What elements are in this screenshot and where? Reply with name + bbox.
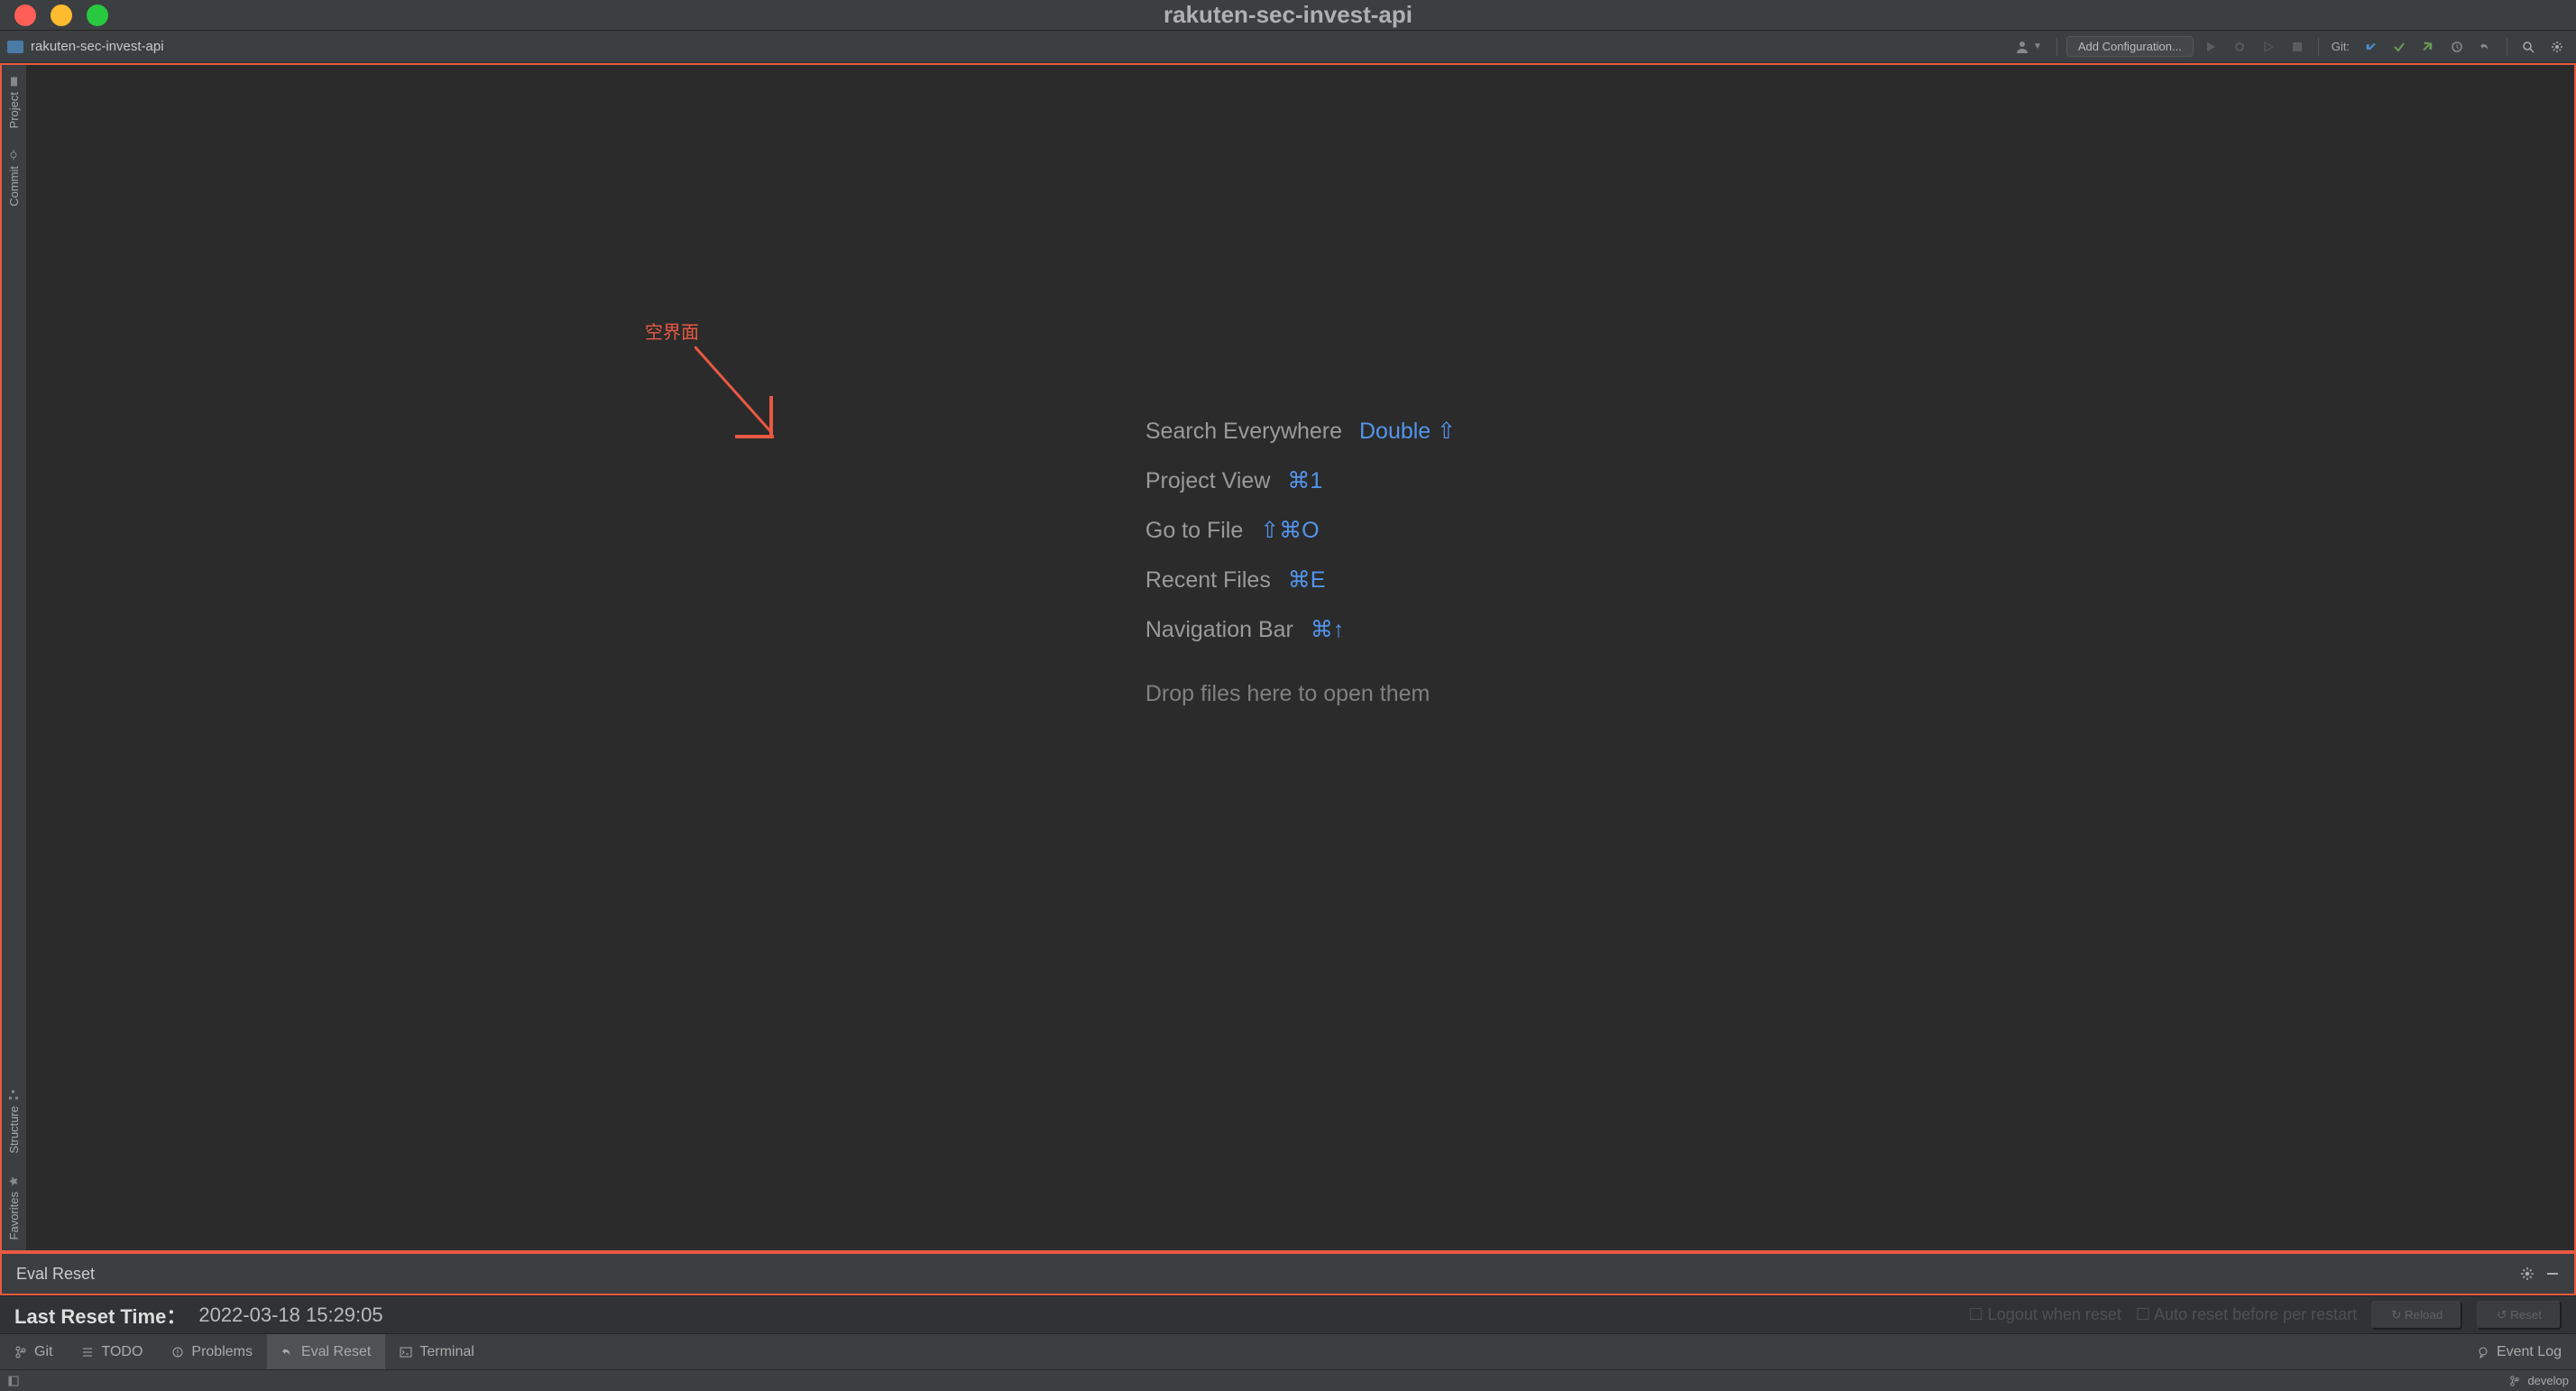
rollback-icon[interactable] [2474, 35, 2498, 59]
structure-tool-button[interactable]: Structure [2, 1079, 26, 1165]
left-tool-rail: Project Commit Structure Favorites [2, 65, 27, 1250]
git-push-icon[interactable] [2416, 35, 2440, 59]
chat-icon [2477, 1346, 2489, 1359]
favorites-tool-button[interactable]: Favorites [2, 1165, 26, 1250]
history-icon[interactable] [2445, 35, 2469, 59]
annotation-arrow [695, 346, 794, 455]
titlebar: rakuten-sec-invest-api [0, 0, 2576, 31]
editor-area[interactable]: 空界面 Search Everywhere Double ⇧ Project V… [27, 65, 2574, 1250]
status-bar: develop [0, 1369, 2576, 1391]
close-button[interactable] [14, 5, 36, 26]
project-folder-icon [7, 41, 23, 53]
git-label: Git: [2332, 40, 2350, 53]
debug-button[interactable] [2228, 35, 2251, 59]
event-log-button[interactable]: Event Log [2462, 1344, 2576, 1360]
eval-reset-panel-body: Last Reset Time： 2022-03-18 15:29:05 ☐ L… [0, 1295, 2576, 1333]
warning-icon [171, 1346, 184, 1359]
git-branch-name[interactable]: develop [2527, 1374, 2569, 1387]
git-branch-icon [2509, 1376, 2520, 1386]
user-icon [2015, 40, 2029, 54]
last-reset-value: 2022-03-18 15:29:05 [198, 1303, 382, 1327]
main-area: Project Commit Structure Favorites 空界面 [0, 63, 2576, 1252]
run-with-coverage-button[interactable] [2257, 35, 2280, 59]
project-tool-label: Project [7, 92, 21, 128]
commit-tool-button[interactable]: Commit [2, 139, 26, 217]
branch-icon [14, 1346, 27, 1359]
git-update-icon[interactable] [2359, 35, 2382, 59]
commit-tool-label: Commit [7, 166, 21, 207]
annotation-text: 空界面 [645, 318, 699, 344]
last-reset-label: Last Reset Time： [14, 1301, 186, 1330]
minimize-button[interactable] [51, 5, 72, 26]
terminal-icon [400, 1346, 412, 1359]
list-icon [81, 1346, 94, 1359]
favorites-tool-label: Favorites [7, 1192, 21, 1239]
reload-button[interactable]: ↻ Reload [2371, 1301, 2462, 1330]
structure-icon [9, 1090, 20, 1101]
git-commit-icon[interactable] [2387, 35, 2411, 59]
editor-hints: Search Everywhere Double ⇧ Project View … [1145, 407, 1456, 719]
hint-go-to-file: Go to File ⇧⌘O [1145, 506, 1456, 556]
git-tool-button[interactable]: Git [0, 1334, 67, 1369]
panel-title: Eval Reset [16, 1265, 95, 1284]
add-configuration-button[interactable]: Add Configuration... [2066, 36, 2194, 57]
eval-reset-panel-header: Eval Reset [0, 1252, 2576, 1295]
drop-hint: Drop files here to open them [1145, 669, 1456, 719]
logout-checkbox[interactable]: ☐ Logout when reset [1969, 1305, 2121, 1324]
autoreset-checkbox[interactable]: ☐ Auto reset before per restart [2136, 1305, 2357, 1324]
terminal-tool-button[interactable]: Terminal [385, 1334, 488, 1369]
maximize-button[interactable] [87, 5, 108, 26]
settings-icon[interactable] [2545, 35, 2569, 59]
hint-navigation-bar: Navigation Bar ⌘↑ [1145, 605, 1456, 655]
hint-search-everywhere: Search Everywhere Double ⇧ [1145, 407, 1456, 456]
stop-button[interactable] [2286, 35, 2309, 59]
window-controls [0, 5, 108, 26]
project-tool-button[interactable]: Project [2, 65, 26, 139]
run-button[interactable] [2199, 35, 2222, 59]
panel-hide-icon[interactable] [2545, 1267, 2560, 1281]
hint-recent-files: Recent Files ⌘E [1145, 556, 1456, 605]
structure-tool-label: Structure [7, 1106, 21, 1154]
problems-tool-button[interactable]: Problems [157, 1334, 267, 1369]
todo-tool-button[interactable]: TODO [67, 1334, 157, 1369]
search-icon[interactable] [2516, 35, 2540, 59]
star-icon [9, 1175, 20, 1186]
user-dropdown[interactable]: ▼ [2010, 40, 2047, 54]
commit-icon [9, 150, 20, 161]
eval-reset-tool-button[interactable]: Eval Reset [267, 1334, 385, 1369]
folder-icon [9, 76, 20, 87]
project-name[interactable]: rakuten-sec-invest-api [31, 39, 164, 54]
hint-project-view: Project View ⌘1 [1145, 456, 1456, 506]
window-title: rakuten-sec-invest-api [1164, 1, 1412, 29]
bottom-tool-rail: Git TODO Problems Eval Reset Terminal Ev… [0, 1333, 2576, 1369]
reset-button[interactable]: ↺ Reset [2477, 1301, 2562, 1330]
toolbar: rakuten-sec-invest-api ▼ Add Configurati… [0, 31, 2576, 63]
panel-settings-icon[interactable] [2520, 1267, 2535, 1281]
toolwindows-quick-button[interactable] [7, 1375, 20, 1387]
undo-icon [281, 1346, 294, 1359]
